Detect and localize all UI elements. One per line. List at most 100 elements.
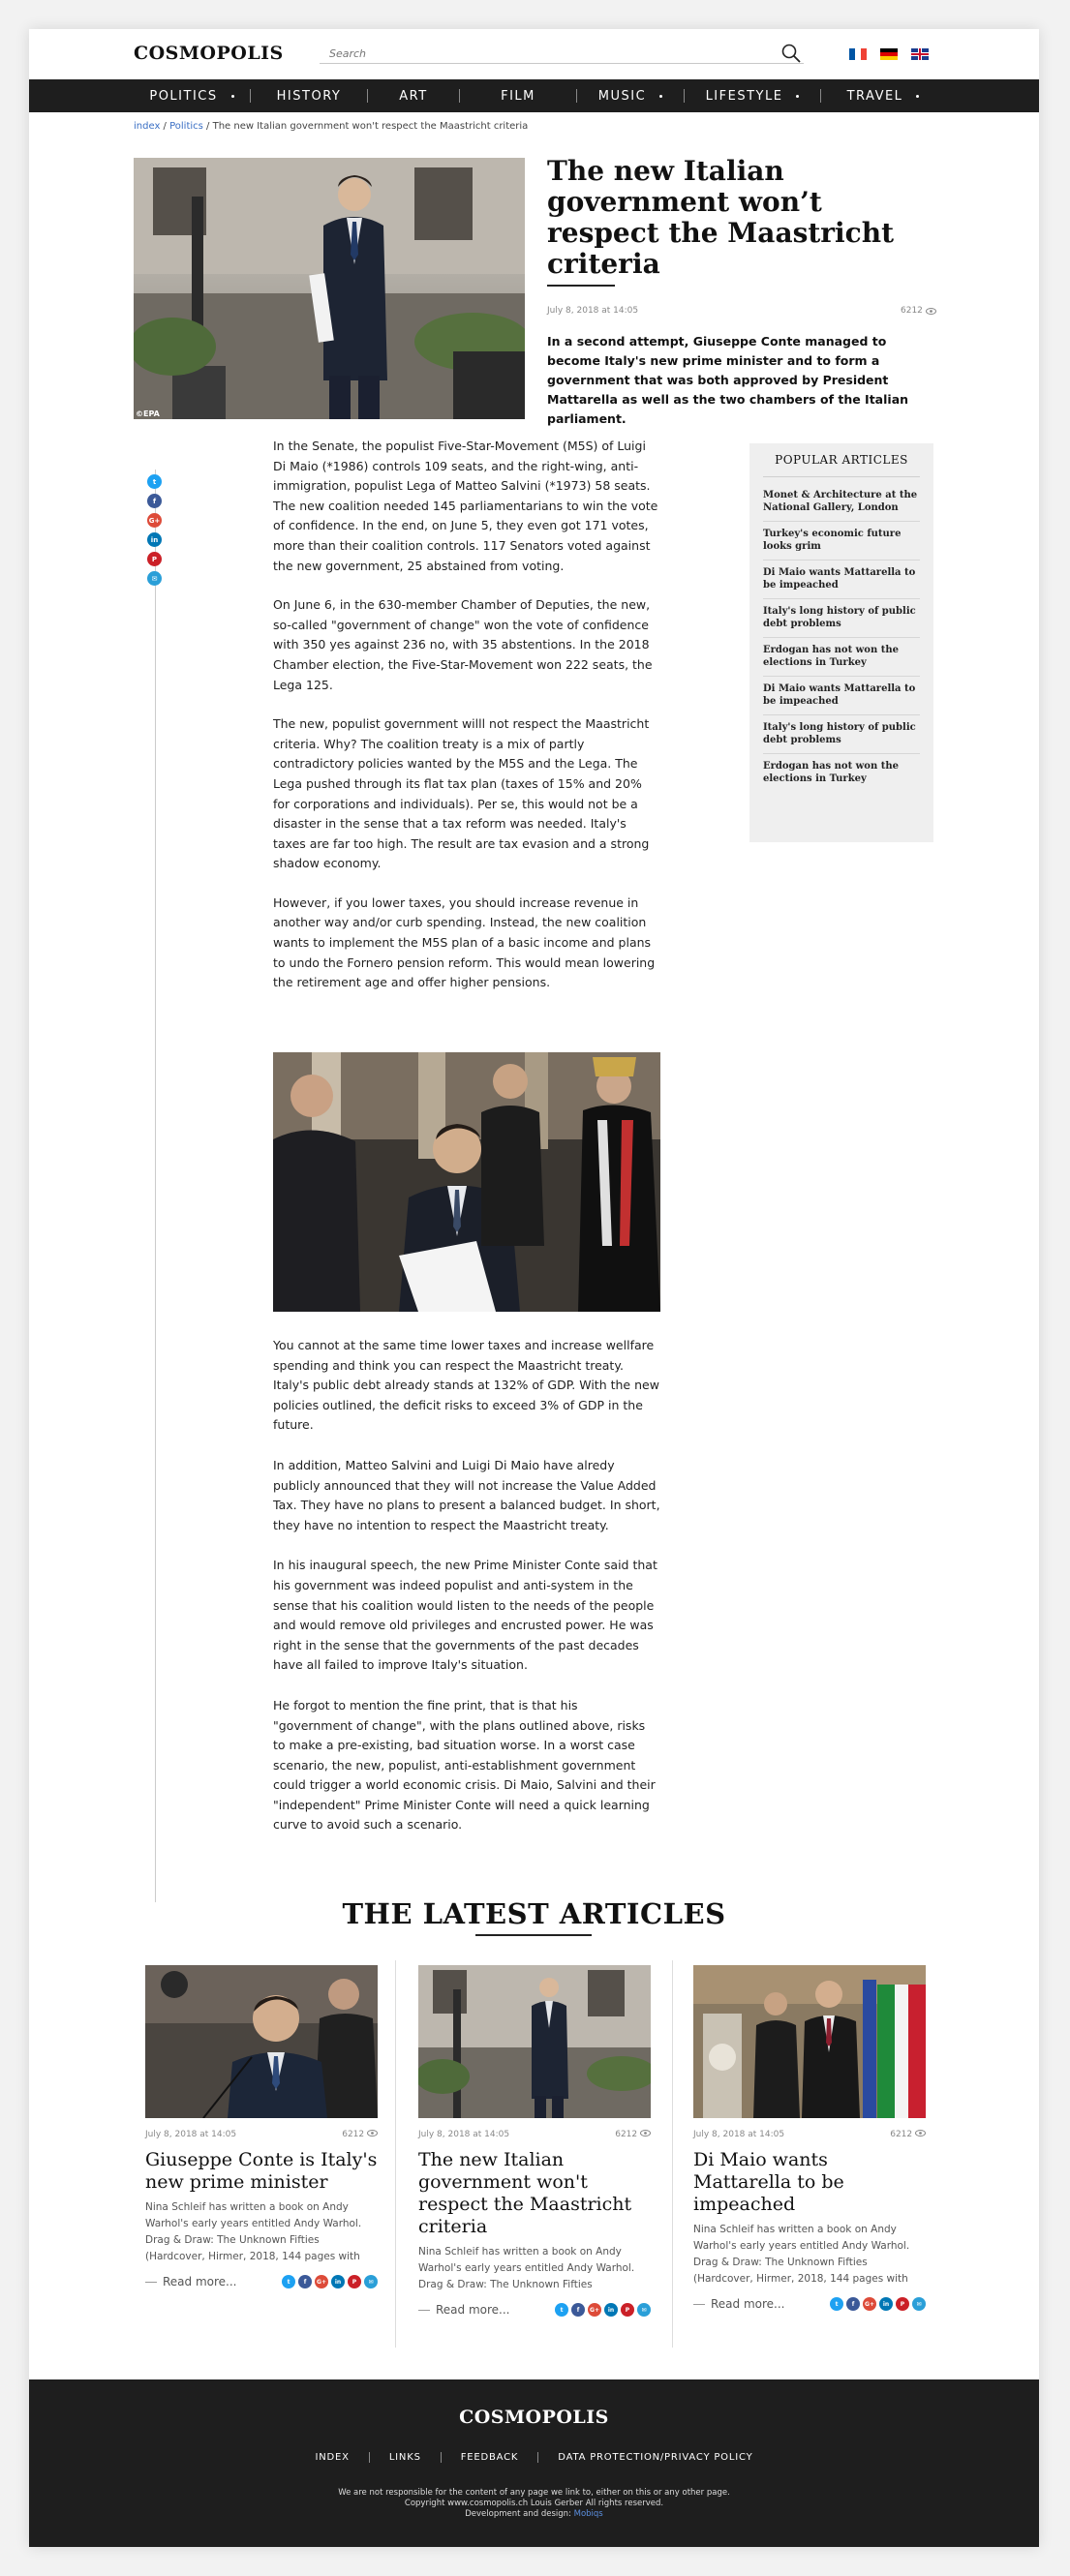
eye-icon [915, 2130, 926, 2137]
footer-link-links[interactable]: LINKS [370, 2452, 441, 2463]
nav-item-music[interactable]: MUSIC [577, 79, 684, 112]
card-meta: July 8, 2018 at 14:05 6212 [145, 2130, 378, 2139]
footer-credit-link[interactable]: Mobiqs [574, 2509, 603, 2519]
googleplus-icon[interactable]: G+ [588, 2303, 601, 2317]
read-more-link[interactable]: Read more... [145, 2275, 237, 2288]
facebook-icon[interactable]: f [571, 2303, 585, 2317]
popular-heading: POPULAR ARTICLES [763, 453, 920, 477]
pinterest-icon[interactable]: P [621, 2303, 634, 2317]
twitter-icon[interactable]: t [282, 2275, 295, 2288]
card-footer: Read more... t f G+ in P ✉ [145, 2275, 378, 2288]
card-title[interactable]: Di Maio wants Mattarella to be impeached [693, 2149, 926, 2216]
read-more-link[interactable]: Read more... [418, 2303, 510, 2317]
footer-links: INDEX LINKS FEEDBACK DATA PROTECTION/PRI… [29, 2452, 1039, 2463]
footer-disclaimer: We are not responsible for the content o… [338, 2488, 730, 2498]
nav-item-politics[interactable]: POLITICS [134, 79, 250, 112]
twitter-icon[interactable]: t [830, 2297, 843, 2311]
footer-credit: Development and design: Mobiqs [465, 2509, 603, 2519]
pinterest-icon[interactable]: P [348, 2275, 361, 2288]
popular-article-link[interactable]: Italy's long history of public debt prob… [763, 715, 920, 754]
article-card: July 8, 2018 at 14:05 6212 The new Itali… [418, 1965, 651, 2354]
card-title[interactable]: The new Italian government won't respect… [418, 2149, 651, 2238]
footer-copyright: Copyright www.cosmopolis.ch Louis Gerber… [404, 2499, 664, 2508]
linkedin-icon[interactable]: in [604, 2303, 618, 2317]
email-icon[interactable]: ✉ [147, 571, 162, 586]
card-image[interactable] [693, 1965, 926, 2118]
page: COSMOPOLIS POLITICS HISTORY ART FILM MUS… [29, 29, 1039, 2547]
twitter-icon[interactable]: t [555, 2303, 568, 2317]
nav-item-lifestyle[interactable]: LIFESTYLE [685, 79, 820, 112]
article-paragraph: In his inaugural speech, the new Prime M… [273, 1558, 657, 1673]
facebook-icon[interactable]: f [846, 2297, 860, 2311]
popular-article-link[interactable]: Turkey's economic future looks grim [763, 522, 920, 561]
googleplus-icon[interactable]: G+ [315, 2275, 328, 2288]
card-image[interactable] [145, 1965, 378, 2118]
article-paragraph: However, if you lower taxes, you should … [273, 894, 656, 990]
article-paragraph: In the Senate, the populist Five-Star-Mo… [273, 439, 658, 573]
popular-article-link[interactable]: Di Maio wants Mattarella to be impeached [763, 677, 920, 715]
article-body-top: In the Senate, the populist Five-Star-Mo… [273, 437, 660, 1013]
card-views: 6212 [615, 2130, 651, 2139]
card-footer: Read more... t f G+ in P ✉ [418, 2303, 651, 2317]
card-share: t f G+ in P ✉ [830, 2297, 926, 2311]
footer-link-index[interactable]: INDEX [296, 2452, 369, 2463]
footer-logo[interactable]: COSMOPOLIS [29, 2407, 1039, 2428]
english-flag-icon[interactable] [911, 48, 929, 60]
card-excerpt: Nina Schleif has written a book on Andy … [693, 2224, 910, 2285]
nav-item-film[interactable]: FILM [460, 79, 576, 112]
article-card: July 8, 2018 at 14:05 6212 Giuseppe Cont… [145, 1965, 378, 2354]
eye-icon [640, 2130, 651, 2137]
article-card: July 8, 2018 at 14:05 6212 Di Maio wants… [693, 1965, 926, 2354]
card-excerpt: Nina Schleif has written a book on Andy … [418, 2246, 635, 2290]
popular-article-link[interactable]: Monet & Architecture at the National Gal… [763, 483, 920, 522]
nav-item-travel[interactable]: TRAVEL [821, 79, 945, 112]
article-paragraph: The new, populist government willl not r… [273, 716, 650, 871]
popular-article-link[interactable]: Erdogan has not won the elections in Tur… [763, 638, 920, 677]
popular-article-link[interactable]: Di Maio wants Mattarella to be impeached [763, 561, 920, 599]
german-flag-icon[interactable] [880, 48, 898, 60]
photo-credit: ©EPA [136, 409, 160, 418]
card-share: t f G+ in P ✉ [555, 2303, 651, 2317]
french-flag-icon[interactable] [849, 48, 867, 60]
pinterest-icon[interactable]: P [896, 2297, 909, 2311]
search-input[interactable] [320, 44, 765, 64]
nav-item-art[interactable]: ART [368, 79, 459, 112]
latest-articles-heading: THE LATEST ARTICLES [342, 1897, 726, 1930]
article-paragraph: In addition, Matteo Salvini and Luigi Di… [273, 1457, 660, 1532]
facebook-icon[interactable]: f [298, 2275, 312, 2288]
footer-link-privacy[interactable]: DATA PROTECTION/PRIVACY POLICY [538, 2452, 772, 2463]
card-date: July 8, 2018 at 14:05 [145, 2130, 237, 2139]
linkedin-icon[interactable]: in [879, 2297, 893, 2311]
googleplus-icon[interactable]: G+ [863, 2297, 876, 2311]
footer-link-feedback[interactable]: FEEDBACK [442, 2452, 538, 2463]
article-views: 6212 [901, 306, 936, 316]
popular-article-link[interactable]: Erdogan has not won the elections in Tur… [763, 754, 920, 792]
card-image[interactable] [418, 1965, 651, 2118]
card-date: July 8, 2018 at 14:05 [418, 2130, 510, 2139]
article-paragraph: He forgot to mention the fine print, tha… [273, 1697, 656, 1833]
linkedin-icon[interactable]: in [147, 532, 162, 547]
popular-articles: POPULAR ARTICLES Monet & Architecture at… [749, 443, 933, 842]
search-icon[interactable] [780, 43, 802, 64]
nav-item-history[interactable]: HISTORY [251, 79, 367, 112]
breadcrumb-index[interactable]: index [134, 121, 160, 132]
email-icon[interactable]: ✉ [364, 2275, 378, 2288]
breadcrumb-current: The new Italian government won't respect… [212, 121, 529, 132]
article-date: July 8, 2018 at 14:05 [547, 306, 639, 316]
facebook-icon[interactable]: f [147, 494, 162, 508]
linkedin-icon[interactable]: in [331, 2275, 345, 2288]
card-title[interactable]: Giuseppe Conte is Italy's new prime mini… [145, 2149, 378, 2194]
googleplus-icon[interactable]: G+ [147, 513, 162, 528]
site-logo[interactable]: COSMOPOLIS [134, 43, 284, 64]
read-more-link[interactable]: Read more... [693, 2297, 785, 2311]
pinterest-icon[interactable]: P [147, 552, 162, 566]
popular-article-link[interactable]: Italy's long history of public debt prob… [763, 599, 920, 638]
twitter-icon[interactable]: t [147, 474, 162, 489]
card-share: t f G+ in P ✉ [282, 2275, 378, 2288]
card-footer: Read more... t f G+ in P ✉ [693, 2297, 926, 2311]
breadcrumb-politics[interactable]: Politics [169, 121, 203, 132]
email-icon[interactable]: ✉ [637, 2303, 651, 2317]
email-icon[interactable]: ✉ [912, 2297, 926, 2311]
share-rule [155, 470, 156, 1902]
card-views: 6212 [890, 2130, 926, 2139]
